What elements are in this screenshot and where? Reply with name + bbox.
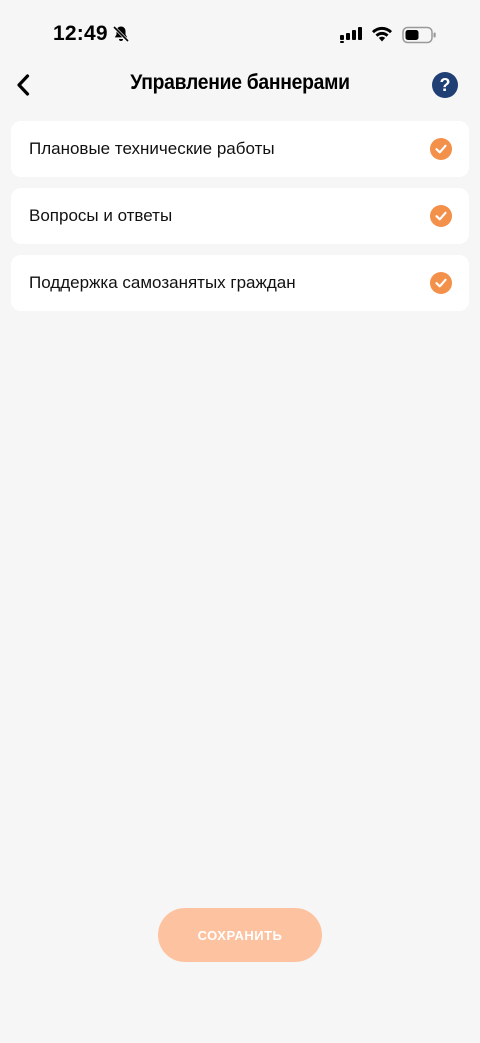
question-mark-icon: ? xyxy=(439,74,451,95)
save-button[interactable]: СОХРАНИТЬ xyxy=(158,908,322,962)
bell-slash-icon xyxy=(112,25,130,43)
save-button-label: СОХРАНИТЬ xyxy=(197,927,283,943)
help-button[interactable]: ? xyxy=(432,72,458,98)
checkmark-icon[interactable] xyxy=(430,138,452,160)
banner-item-label: Вопросы и ответы xyxy=(29,206,173,225)
signal-icon xyxy=(340,27,362,43)
banner-item-maintenance[interactable]: Плановые технические работы xyxy=(11,121,469,177)
page-title: Управление баннерами xyxy=(130,71,350,94)
banner-item-self-employed-support[interactable]: Поддержка самозанятых граждан xyxy=(11,255,469,311)
header: Управление баннерами ? xyxy=(0,60,480,110)
banner-list: Плановые технические работы Вопросы и от… xyxy=(11,121,469,322)
status-time: 12:49 xyxy=(53,22,108,45)
wifi-icon xyxy=(372,26,392,42)
banner-item-label: Поддержка самозанятых граждан xyxy=(29,273,296,292)
banner-item-faq[interactable]: Вопросы и ответы xyxy=(11,188,469,244)
checkmark-icon[interactable] xyxy=(430,272,452,294)
checkmark-icon[interactable] xyxy=(430,205,452,227)
battery-icon xyxy=(402,26,436,44)
banner-item-label: Плановые технические работы xyxy=(29,139,275,158)
